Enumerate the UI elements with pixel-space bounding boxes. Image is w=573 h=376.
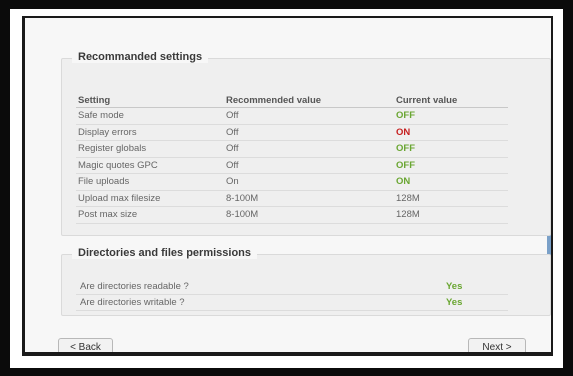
current-value: OFF xyxy=(396,143,415,154)
back-button[interactable]: < Back xyxy=(58,338,113,352)
permission-value: Yes xyxy=(446,281,463,292)
table-row: Magic quotes GPC Off OFF xyxy=(76,158,508,174)
panel-title: Directories and files permissions xyxy=(72,247,258,259)
setting-name: Post max size xyxy=(78,209,138,220)
column-header-current: Current value xyxy=(396,95,458,106)
setting-name: Display errors xyxy=(78,126,137,138)
table-row: File uploads On ON xyxy=(76,174,508,191)
recommended-value: Off xyxy=(226,159,239,171)
next-button[interactable]: Next > xyxy=(468,338,526,352)
settings-table: Setting Recommended value Current value … xyxy=(76,93,508,224)
recommended-value: 8-100M xyxy=(226,192,259,204)
setting-name: File uploads xyxy=(78,176,130,187)
panel-title: Recommanded settings xyxy=(72,51,209,63)
recommended-settings-panel: Recommanded settings Setting Recommended… xyxy=(61,51,551,236)
setting-name: Magic quotes GPC xyxy=(78,159,158,171)
current-value: 128M xyxy=(396,192,420,204)
table-row: Are directories readable ? Yes xyxy=(76,279,508,295)
recommended-value: 8-100M xyxy=(226,209,259,220)
setting-name: Register globals xyxy=(78,143,147,154)
recommended-value: On xyxy=(226,176,239,187)
table-row: Post max size 8-100M 128M xyxy=(76,207,508,224)
permission-label: Are directories readable ? xyxy=(80,281,189,292)
table-row: Display errors Off ON xyxy=(76,125,508,141)
installer-page: Recommanded settings Setting Recommended… xyxy=(25,18,551,352)
table-row: Safe mode Off OFF xyxy=(76,108,508,125)
column-header-setting: Setting xyxy=(78,95,111,106)
permission-value: Yes xyxy=(446,297,463,308)
current-value: ON xyxy=(396,176,411,187)
recommended-value: Off xyxy=(226,126,239,138)
current-value: OFF xyxy=(396,159,415,171)
table-row: Upload max filesize 8-100M 128M xyxy=(76,191,508,207)
current-value: OFF xyxy=(396,110,415,121)
setting-name: Upload max filesize xyxy=(78,192,161,204)
permissions-table: Are directories readable ? Yes Are direc… xyxy=(76,279,508,311)
current-value: ON xyxy=(396,126,411,138)
permissions-panel: Directories and files permissions Are di… xyxy=(61,247,551,316)
setting-name: Safe mode xyxy=(78,110,124,121)
permission-label: Are directories writable ? xyxy=(80,297,185,308)
current-value: 128M xyxy=(396,209,420,220)
table-header: Setting Recommended value Current value xyxy=(76,93,508,108)
recommended-value: Off xyxy=(226,143,239,154)
table-row: Register globals Off OFF xyxy=(76,141,508,158)
table-row: Are directories writable ? Yes xyxy=(76,295,508,311)
column-header-recommended: Recommended value xyxy=(226,95,322,106)
recommended-value: Off xyxy=(226,110,239,121)
